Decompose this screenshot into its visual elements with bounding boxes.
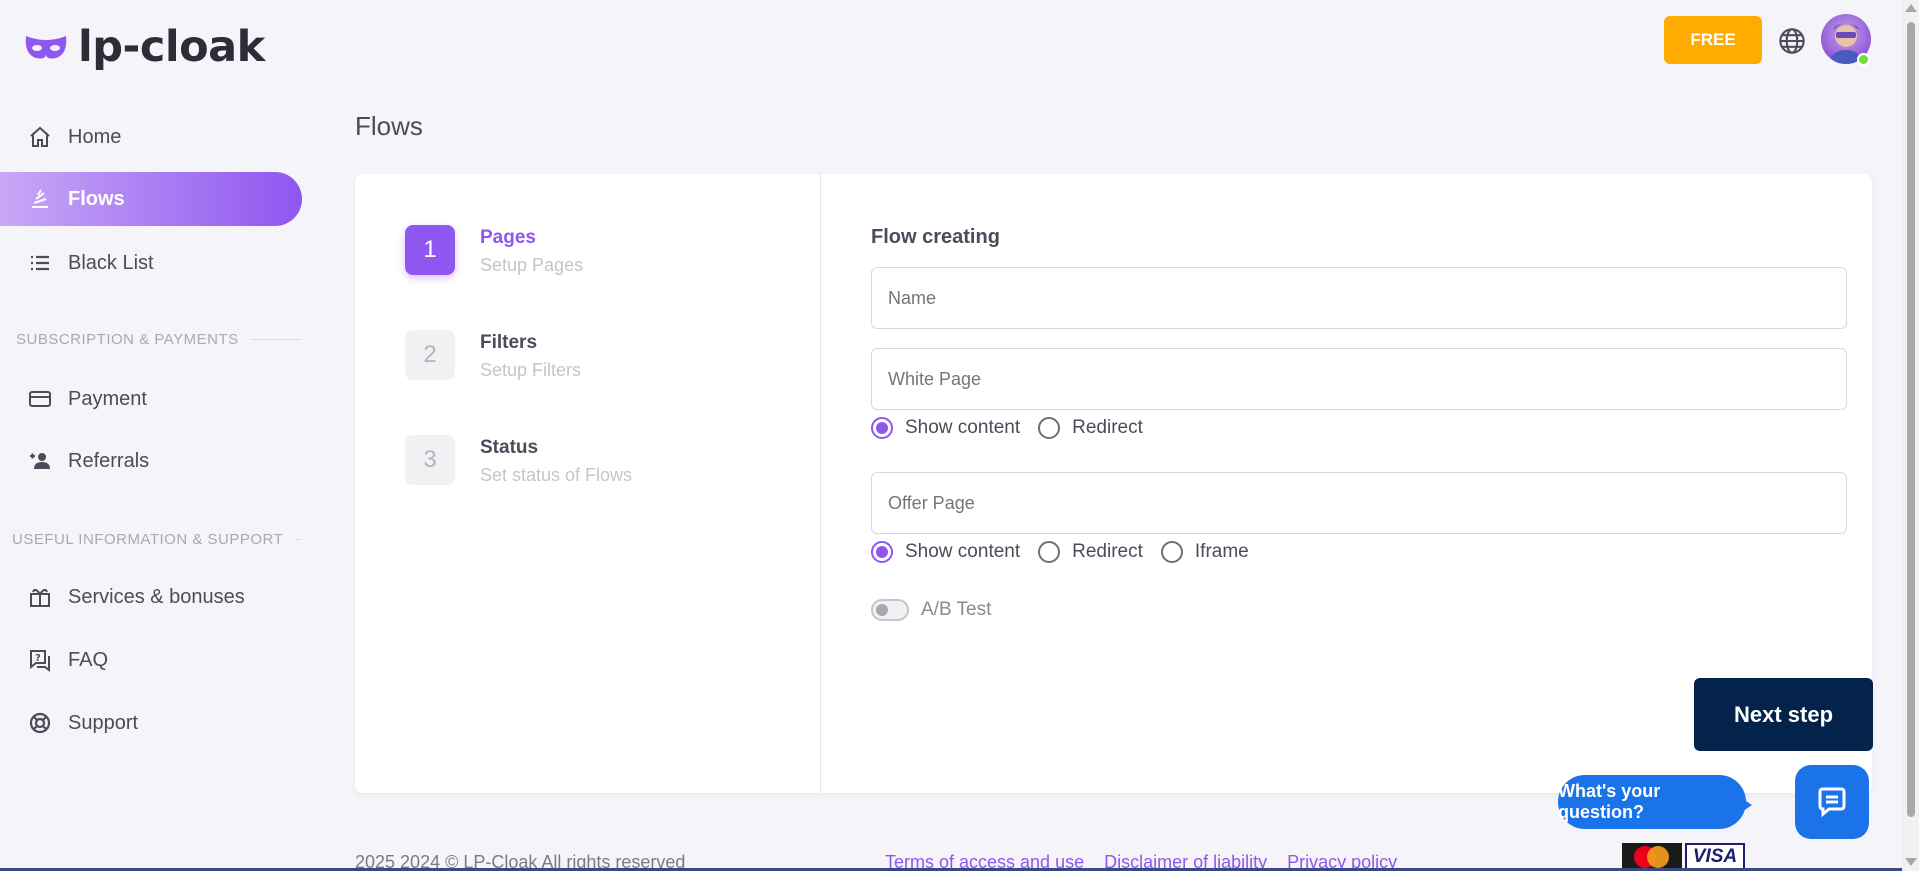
- payment-methods: VISA: [1622, 843, 1745, 871]
- offer-iframe-radio[interactable]: Iframe: [1160, 541, 1249, 563]
- free-plan-button[interactable]: FREE: [1664, 16, 1762, 64]
- chat-icon: [1818, 787, 1846, 818]
- step-title: Pages: [480, 227, 536, 248]
- page-title: Flows: [355, 111, 423, 141]
- chat-prompt-bubble[interactable]: What's your question?: [1558, 775, 1746, 829]
- sidebar-item-label: FAQ: [68, 648, 109, 671]
- logo[interactable]: lp-cloak: [24, 22, 265, 72]
- sidebar-item-payment[interactable]: Payment: [0, 372, 302, 426]
- white-page-input[interactable]: [871, 348, 1847, 410]
- step-title: Status: [480, 437, 539, 458]
- radio-checked: [871, 417, 893, 439]
- form-title: Flow creating: [871, 226, 1000, 248]
- step-number: 1: [405, 225, 455, 275]
- step-number: 3: [405, 435, 455, 485]
- offer-show-content-radio[interactable]: Show content: [871, 541, 1020, 563]
- step-pages[interactable]: 1 Pages Setup Pages: [405, 225, 583, 276]
- radio-checked: [871, 541, 893, 563]
- sidebar-item-flows[interactable]: Flows: [0, 172, 302, 226]
- step-subtitle: Setup Pages: [480, 255, 584, 275]
- white-show-content-radio[interactable]: Show content: [871, 417, 1020, 439]
- user-plus-icon: [30, 453, 50, 469]
- offer-page-input[interactable]: [871, 472, 1847, 534]
- step-subtitle: Setup Filters: [480, 360, 582, 380]
- radio-label: Iframe: [1194, 541, 1249, 562]
- sidebar-item-referrals[interactable]: Referrals: [0, 434, 302, 488]
- ab-test-row: A/B Test: [871, 599, 991, 621]
- mastercard-icon: [1622, 843, 1682, 871]
- section-label-text: SUBSCRIPTION & PAYMENTS: [16, 331, 239, 348]
- lifebuoy-icon: [29, 712, 51, 734]
- sidebar-item-support[interactable]: Support: [0, 696, 302, 750]
- sidebar-item-label: Home: [68, 125, 122, 148]
- section-label-text: USEFUL INFORMATION & SUPPORT: [12, 531, 284, 548]
- scroll-down-arrow-icon[interactable]: [1905, 858, 1917, 866]
- name-input[interactable]: [871, 267, 1847, 329]
- radio-label: Show content: [905, 541, 1021, 562]
- radio-label: Redirect: [1072, 541, 1143, 562]
- sidebar-item-label: Flows: [68, 187, 125, 210]
- list-icon: [31, 255, 49, 271]
- section-divider: [295, 539, 302, 540]
- card-divider: [820, 174, 821, 793]
- scroll-up-arrow-icon[interactable]: [1905, 4, 1917, 12]
- flow-wizard-card: 1 Pages Setup Pages 2 Filters Setup Filt…: [355, 174, 1873, 793]
- sidebar-item-label: Support: [68, 711, 139, 734]
- sidebar-item-label: Referrals: [68, 449, 150, 472]
- white-page-mode-group: Show content Redirect: [871, 417, 1143, 439]
- radio-unchecked: [1160, 541, 1183, 563]
- offer-page-mode-group: Show content Redirect Iframe: [871, 541, 1249, 563]
- home-icon: [30, 126, 50, 147]
- visa-icon: VISA: [1685, 843, 1745, 871]
- mask-logo-icon: [25, 36, 67, 59]
- sidebar-item-home[interactable]: Home: [0, 110, 302, 164]
- step-subtitle: Set status of Flows: [480, 465, 633, 485]
- sidebar-item-black-list[interactable]: Black List: [0, 236, 302, 290]
- ab-test-label: A/B Test: [921, 599, 992, 620]
- step-status[interactable]: 3 Status Set status of Flows: [405, 435, 632, 486]
- globe-icon[interactable]: [1778, 27, 1806, 55]
- credit-card-icon: [29, 391, 51, 407]
- sidebar-item-label: Payment: [68, 387, 147, 410]
- section-divider: [250, 339, 302, 340]
- step-filters[interactable]: 2 Filters Setup Filters: [405, 330, 581, 381]
- radio-unchecked: [1038, 417, 1061, 439]
- sidebar-item-faq[interactable]: ? FAQ: [0, 633, 302, 687]
- online-status-dot: [1857, 53, 1870, 66]
- radio-unchecked: [1038, 541, 1061, 563]
- sidebar-item-services[interactable]: Services & bonuses: [0, 570, 302, 624]
- step-title: Filters: [480, 332, 538, 353]
- layers-icon: [32, 189, 48, 208]
- radio-label: Show content: [905, 417, 1021, 438]
- chat-bubble-tail: [1740, 797, 1752, 813]
- section-subscription: SUBSCRIPTION & PAYMENTS: [0, 331, 302, 348]
- next-step-button[interactable]: Next step: [1694, 678, 1873, 751]
- sidebar: lp-cloak Home Flows Black List SUBSCRIPT…: [0, 0, 315, 871]
- gift-icon: [30, 588, 50, 607]
- sidebar-item-label: Black List: [68, 251, 154, 274]
- svg-text:?: ?: [35, 653, 41, 664]
- ab-test-toggle[interactable]: [871, 599, 909, 621]
- logo-text: lp-cloak: [78, 22, 265, 72]
- scrollbar-thumb[interactable]: [1907, 22, 1915, 817]
- offer-redirect-radio[interactable]: Redirect: [1038, 541, 1143, 563]
- section-useful-info: USEFUL INFORMATION & SUPPORT: [0, 531, 302, 548]
- sidebar-item-label: Services & bonuses: [68, 585, 245, 608]
- radio-label: Redirect: [1072, 417, 1143, 438]
- white-redirect-radio[interactable]: Redirect: [1038, 417, 1143, 439]
- step-number: 2: [405, 330, 455, 380]
- question-chat-icon: ?: [30, 650, 50, 672]
- chat-open-button[interactable]: [1795, 765, 1869, 839]
